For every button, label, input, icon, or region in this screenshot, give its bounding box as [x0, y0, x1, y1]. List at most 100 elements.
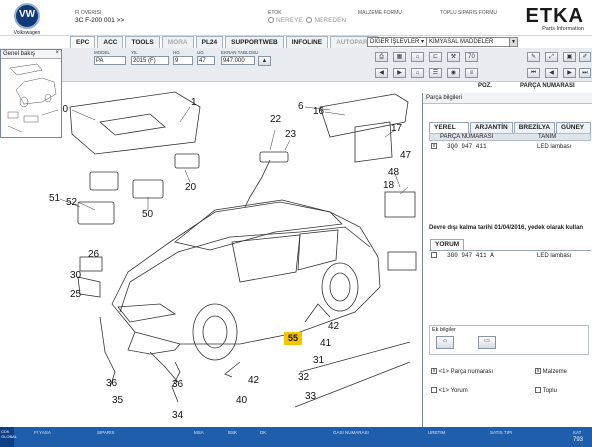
- save-icon[interactable]: ▣: [563, 52, 576, 62]
- tab-tools[interactable]: TOOLS: [125, 36, 160, 48]
- tab-brezilya[interactable]: BREZİLYA: [513, 122, 556, 133]
- etok-label: ETOK: [268, 10, 282, 16]
- callout-32[interactable]: 32: [298, 372, 309, 383]
- callout-22[interactable]: 22: [270, 114, 281, 125]
- callout-42-lower[interactable]: 42: [248, 375, 259, 386]
- radio-nereye[interactable]: [268, 17, 274, 24]
- etka-logo: ETKA Parts Information: [526, 6, 584, 32]
- callout-36-right[interactable]: 36: [172, 379, 183, 390]
- callout-18[interactable]: 18: [383, 180, 394, 191]
- opt-malzeme-checkbox[interactable]: x: [535, 368, 541, 375]
- last-page-icon[interactable]: ⏭: [579, 68, 591, 78]
- row2-checkbox[interactable]: [431, 252, 437, 259]
- edit-icon[interactable]: ✐: [579, 52, 591, 62]
- exploded-view-drawing: [59, 91, 417, 408]
- row-checkbox[interactable]: x: [431, 143, 437, 150]
- ekran-field[interactable]: 947.000: [221, 56, 255, 65]
- model-field[interactable]: PA: [94, 56, 126, 65]
- parts-row-2[interactable]: 3G0 947 411 A LED lambası: [431, 252, 591, 260]
- callout-17[interactable]: 17: [391, 123, 402, 134]
- status-bsk: BSK: [228, 430, 238, 435]
- callout-33[interactable]: 33: [305, 391, 316, 402]
- arrow-up-icon[interactable]: ▲: [258, 56, 271, 66]
- status-uretim: URETIM: [428, 430, 446, 435]
- parts-diagram[interactable]: 10 1 6 16 17 22 23 20 18 48 47 51 52 50 …: [0, 82, 422, 427]
- fi-value[interactable]: 3C F-200 001 >>: [75, 17, 124, 24]
- callout-47[interactable]: 47: [400, 150, 411, 161]
- opt-yorum-checkbox[interactable]: [431, 387, 437, 394]
- callout-48[interactable]: 48: [388, 167, 399, 178]
- tab-infoline[interactable]: INFOLINE: [285, 36, 329, 48]
- callout-52[interactable]: 52: [66, 197, 77, 208]
- callout-35[interactable]: 35: [112, 395, 123, 406]
- option-toplu[interactable]: Toplu: [535, 387, 591, 395]
- tab-acc[interactable]: ACC: [97, 36, 124, 48]
- yil-field[interactable]: 2015 (F): [131, 56, 169, 65]
- callout-30[interactable]: 30: [70, 270, 81, 281]
- opt-parca-checkbox[interactable]: x: [431, 368, 437, 375]
- next-page-icon[interactable]: ▶: [563, 68, 576, 78]
- callout-51[interactable]: 51: [49, 193, 60, 204]
- callout-50[interactable]: 50: [142, 209, 153, 220]
- callout-23[interactable]: 23: [285, 129, 296, 140]
- tab-yerel-pazar[interactable]: YEREL PAZAR: [429, 122, 469, 141]
- screen-icon[interactable]: ▭: [478, 336, 496, 349]
- callout-40[interactable]: 40: [236, 395, 247, 406]
- callout-25[interactable]: 25: [70, 289, 81, 300]
- car-icon[interactable]: ⌂: [411, 52, 424, 62]
- callout-6[interactable]: 6: [298, 101, 304, 112]
- option-parca-numarasi[interactable]: x <1> Parça numarası: [431, 368, 521, 376]
- malzeme-form-label[interactable]: MALZEME FORMU: [358, 10, 402, 16]
- option-yorum[interactable]: <1> Yorum: [431, 387, 521, 395]
- tab-supportweb[interactable]: SUPPORTWEB: [225, 36, 284, 48]
- chevron-down-icon[interactable]: ▼: [509, 38, 517, 46]
- scroll-left-icon[interactable]: ◀: [375, 68, 388, 78]
- tab-guney-afrika[interactable]: GÜNEY AFR: [556, 122, 591, 141]
- callout-31[interactable]: 31: [313, 355, 324, 366]
- callout-36-left[interactable]: 36: [106, 378, 117, 389]
- scroll-right-icon[interactable]: ▶: [393, 68, 406, 78]
- car-front-icon[interactable]: ⌂: [411, 68, 424, 78]
- callout-26[interactable]: 26: [88, 249, 99, 260]
- kimyasal-label: KİMYASAL MADDELER: [429, 39, 494, 45]
- radio-nereden[interactable]: [306, 17, 313, 24]
- camera-icon[interactable]: ◉: [447, 68, 460, 78]
- toplu-form-label[interactable]: TOPLU SIPARIS FORMU: [440, 10, 497, 16]
- prev-page-icon[interactable]: ◀: [545, 68, 558, 78]
- grid-icon[interactable]: ▦: [393, 52, 406, 62]
- callout-42-right[interactable]: 42: [328, 321, 339, 332]
- callout-55-highlight[interactable]: 55: [284, 332, 302, 345]
- first-page-icon[interactable]: ⏮: [527, 68, 540, 78]
- parts-row-1[interactable]: x 3Q0 947 411 LED lambası: [431, 143, 591, 151]
- row2-part-number[interactable]: 3G0 947 411 A: [447, 252, 494, 260]
- row1-part-number[interactable]: 3Q0 947 411: [447, 143, 487, 151]
- close-icon[interactable]: ×: [55, 50, 59, 56]
- callout-34[interactable]: 34: [172, 410, 183, 421]
- callout-1[interactable]: 1: [191, 97, 197, 108]
- pin-icon[interactable]: ✎: [527, 52, 540, 62]
- car-side-icon[interactable]: ⊏: [429, 52, 442, 62]
- callout-20[interactable]: 20: [185, 182, 196, 193]
- tab-arjantin[interactable]: ARJANTİN: [469, 122, 513, 133]
- list-icon[interactable]: ≡: [465, 68, 478, 78]
- number-70-icon[interactable]: 70: [465, 52, 478, 62]
- document-icon[interactable]: ☰: [429, 68, 442, 78]
- callout-41[interactable]: 41: [320, 338, 331, 349]
- option-malzeme[interactable]: x Malzeme: [535, 368, 591, 376]
- callout-16[interactable]: 16: [313, 106, 324, 117]
- tab-yorum[interactable]: YORUM: [430, 239, 465, 250]
- tab-epc[interactable]: EPC: [70, 36, 96, 48]
- tab-mora[interactable]: MORA: [161, 36, 194, 48]
- print-icon[interactable]: ⎙: [375, 52, 388, 62]
- tools-icon[interactable]: ⚒: [447, 52, 460, 62]
- car-info-icon[interactable]: ⌂: [436, 336, 454, 349]
- ug-field[interactable]: 47: [197, 56, 215, 65]
- expand-icon[interactable]: ⤢: [545, 52, 558, 62]
- opt-toplu-checkbox[interactable]: [535, 387, 541, 394]
- kimyasal-dropdown[interactable]: KİMYASAL MADDELER ▼: [426, 37, 518, 47]
- col-tanim: TANIM: [538, 134, 557, 140]
- overview-panel[interactable]: Genel bakış ×: [0, 49, 62, 138]
- hg-field[interactable]: 9: [173, 56, 193, 65]
- overview-thumbnail[interactable]: [2, 60, 62, 138]
- tab-pl24[interactable]: PL24: [195, 36, 224, 48]
